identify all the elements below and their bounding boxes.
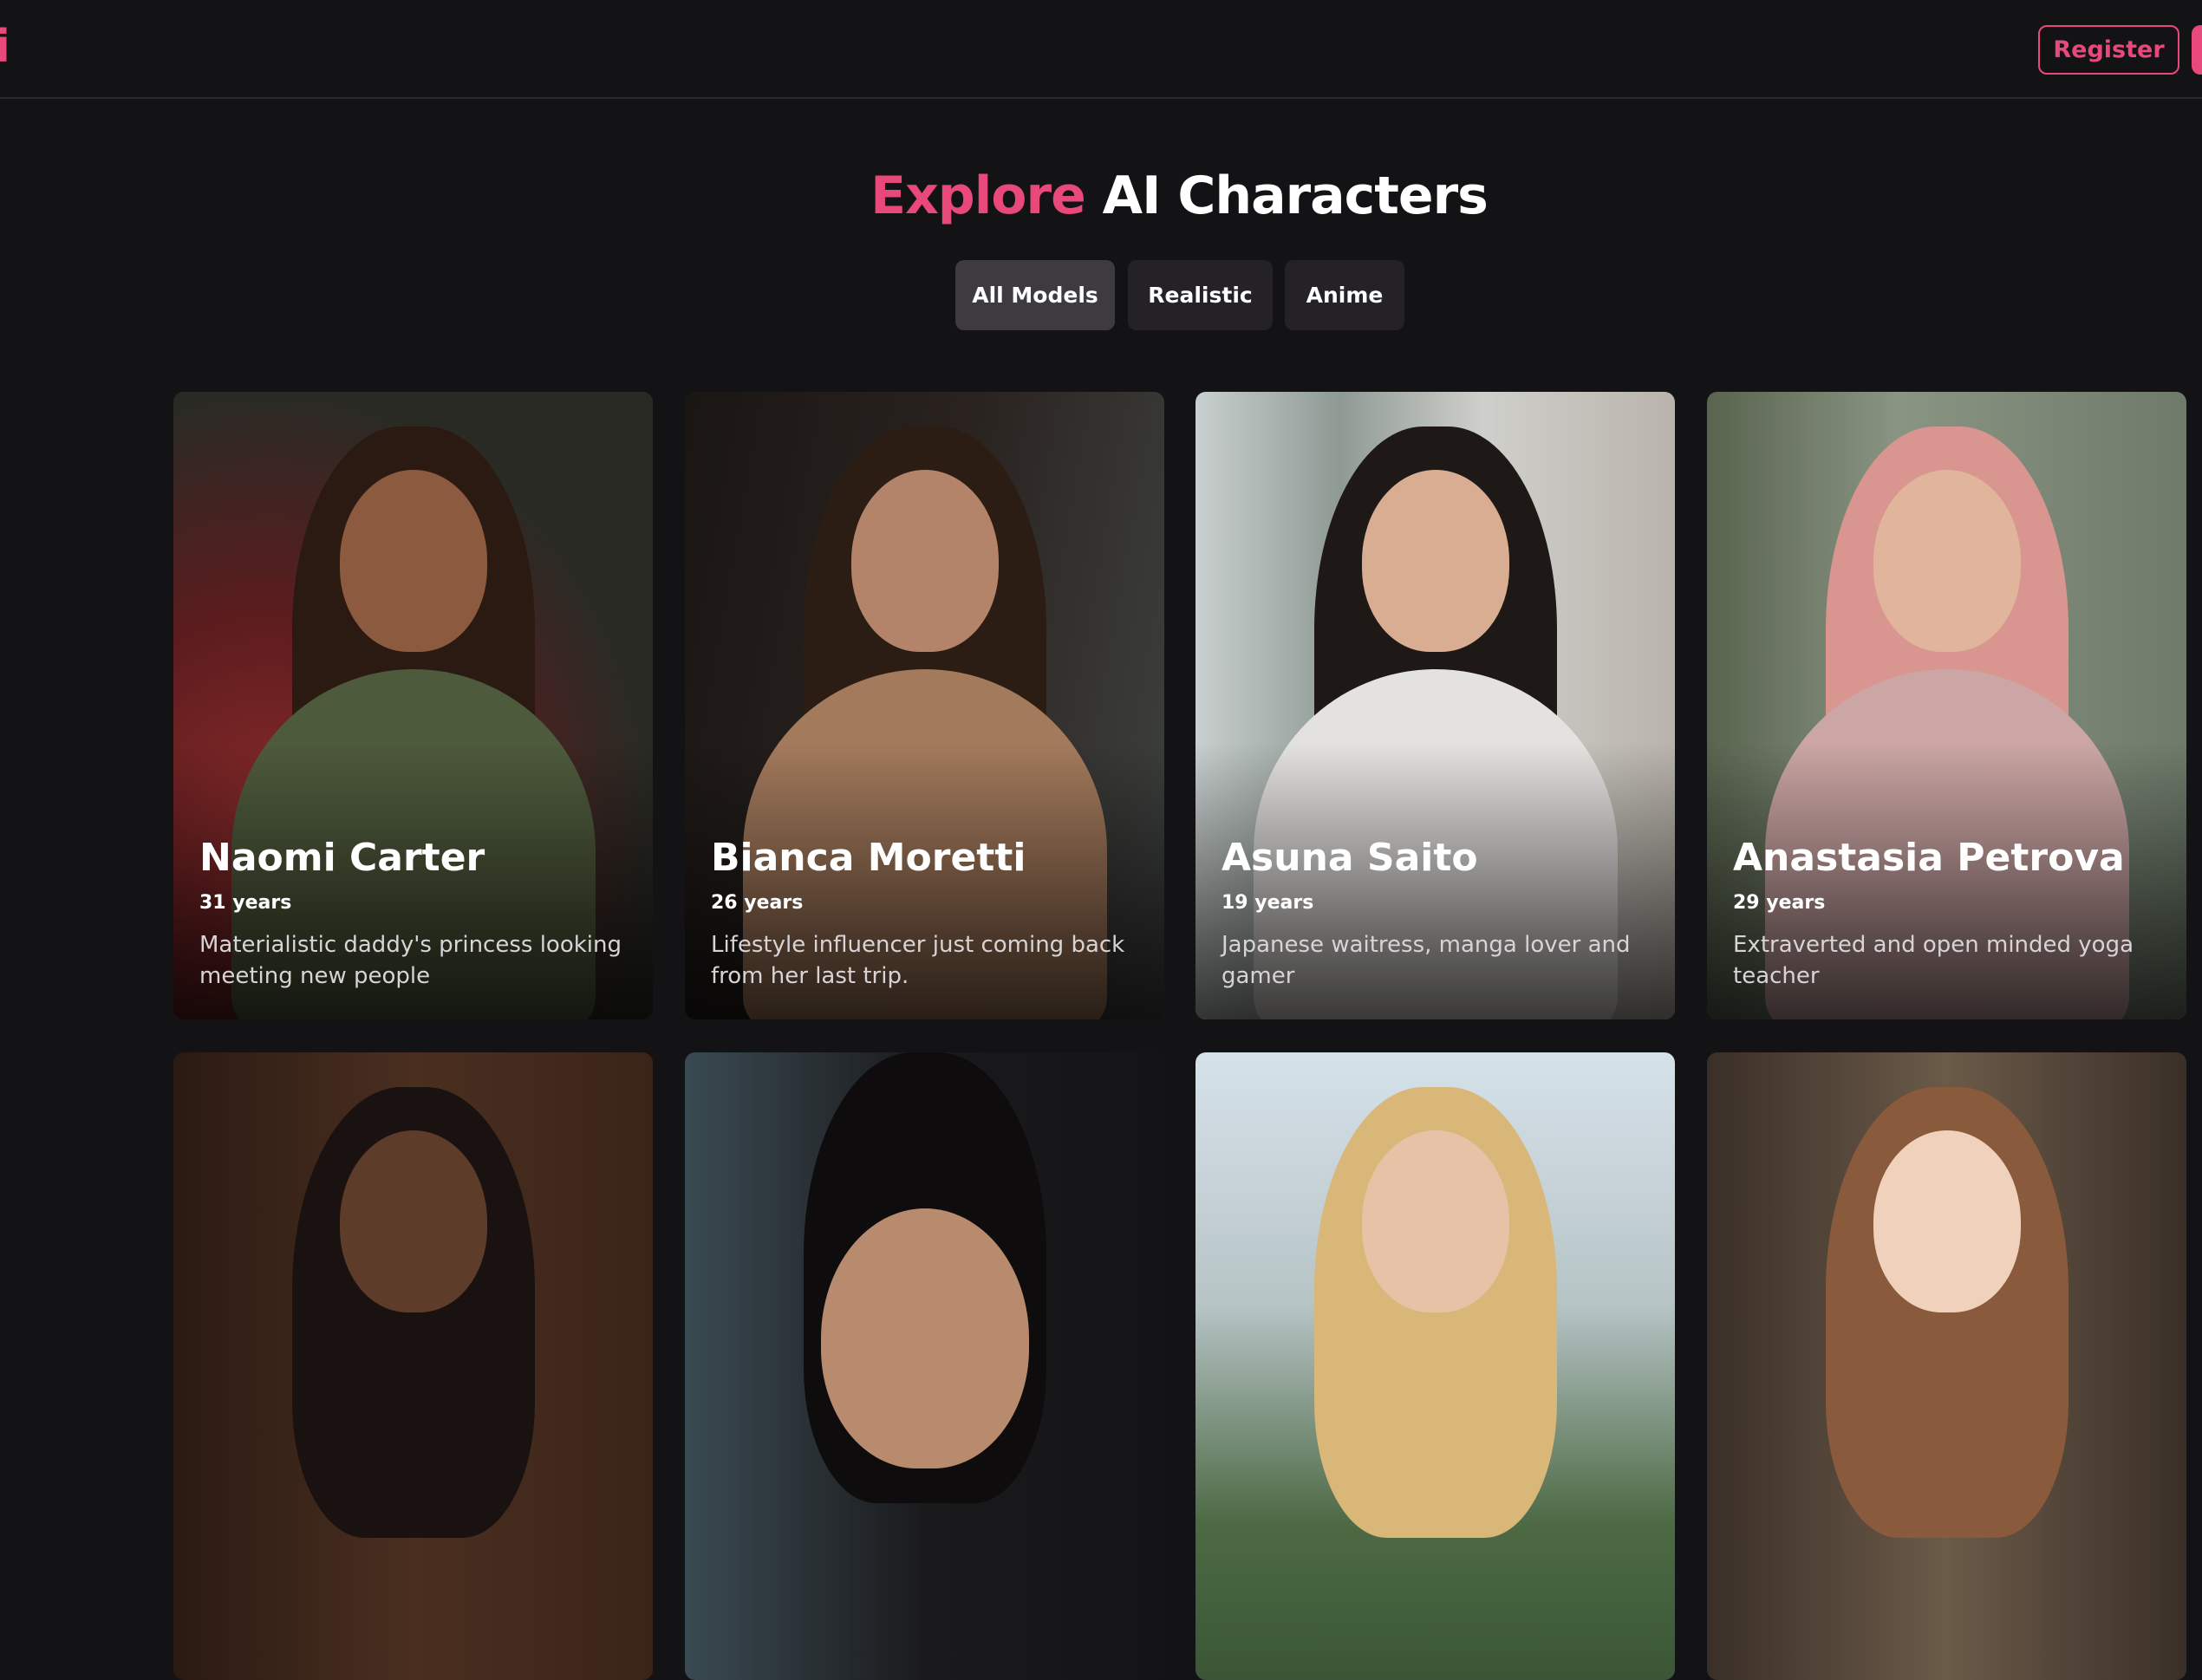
character-card-anastasia-petrova[interactable]: Anastasia Petrova 29 years Extraverted a… [1707,392,2186,1019]
character-figure-face [850,470,999,652]
login-button[interactable] [2192,25,2202,75]
character-figure-face [339,470,487,652]
filter-all-models[interactable]: All Models [955,260,1115,330]
character-figure-face [1873,470,2021,652]
character-figure-face [1873,1130,2021,1312]
register-button[interactable]: Register [2038,25,2179,75]
character-figure-face [1361,470,1509,652]
character-name: Naomi Carter [199,836,485,880]
character-age: 26 years [711,892,804,914]
character-description: Japanese waitress, manga lover and gamer [1222,932,1631,989]
model-filter-tabs: All Models Realistic Anime [0,260,2202,330]
character-description: Extraverted and open minded yoga teacher [1733,932,2134,989]
character-age: 31 years [199,892,292,914]
character-description: Lifestyle influencer just coming back fr… [711,932,1125,989]
character-description: Materialistic daddy's princess looking m… [199,932,622,989]
filter-realistic[interactable]: Realistic [1128,260,1273,330]
character-figure-face [820,1208,1029,1468]
character-card-row2-2[interactable] [685,1052,1164,1680]
top-navigation-bar: i Register [0,0,2202,99]
character-card-asuna-saito[interactable]: Asuna Saito 19 years Japanese waitress, … [1195,392,1675,1019]
page-title-rest: AI Characters [1085,166,1489,226]
character-name: Bianca Moretti [711,836,1026,880]
character-card-row2-1[interactable] [173,1052,653,1680]
character-figure-face [1361,1130,1509,1312]
character-name: Anastasia Petrova [1733,836,2125,880]
character-age: 29 years [1733,892,1826,914]
page-title: Explore AI Characters [0,163,2202,229]
character-name: Asuna Saito [1222,836,1478,880]
character-figure-face [339,1130,487,1312]
character-card-row2-3[interactable] [1195,1052,1675,1680]
character-card-bianca-moretti[interactable]: Bianca Moretti 26 years Lifestyle influe… [685,392,1164,1019]
character-card-row2-4[interactable] [1707,1052,2186,1680]
site-logo[interactable]: i [0,21,10,73]
character-age: 19 years [1222,892,1314,914]
page-title-accent: Explore [870,166,1086,226]
filter-anime[interactable]: Anime [1285,260,1404,330]
character-card-naomi-carter[interactable]: Naomi Carter 31 years Materialistic dadd… [173,392,653,1019]
